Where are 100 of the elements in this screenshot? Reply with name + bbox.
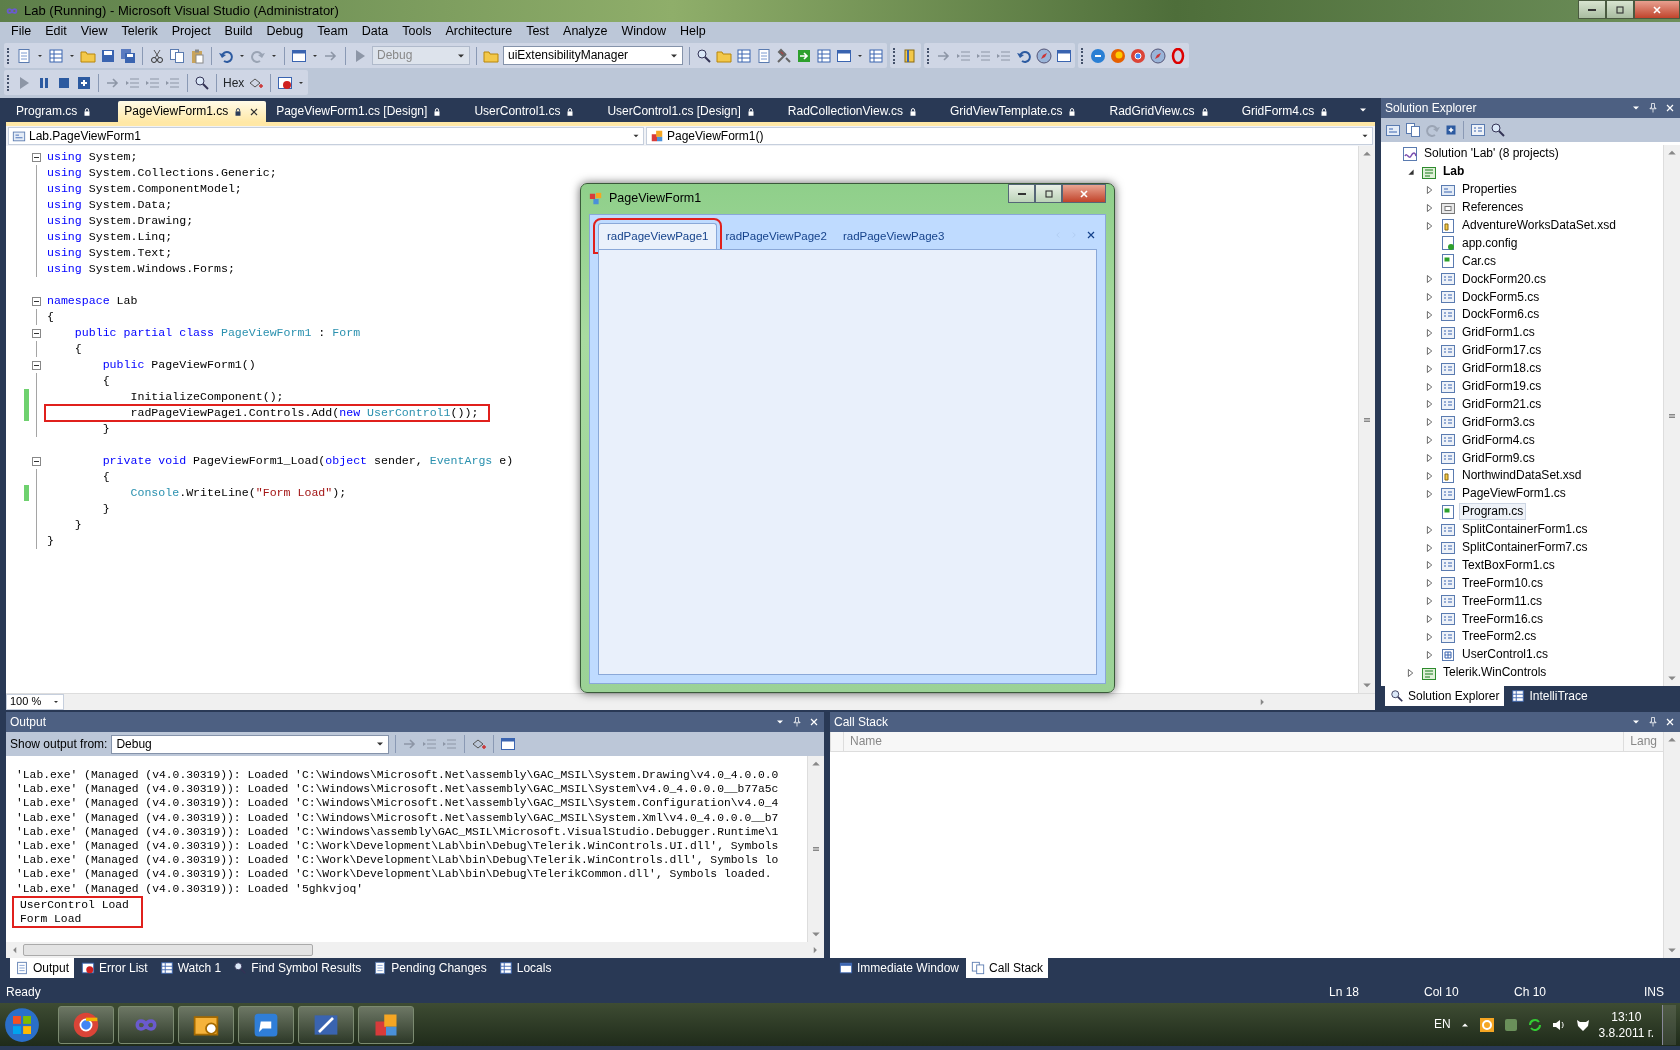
- tree-item[interactable]: GridForm3.cs: [1459, 413, 1538, 431]
- compass-icon[interactable]: [1150, 47, 1166, 64]
- tree-item[interactable]: UserControl1.cs: [1459, 646, 1552, 664]
- close-button[interactable]: [1634, 0, 1680, 19]
- pin-icon[interactable]: [791, 716, 803, 728]
- tools-icon[interactable]: [776, 47, 792, 64]
- menu-item[interactable]: Analyze: [556, 24, 615, 40]
- tree-item[interactable]: PageViewForm1.cs: [1459, 485, 1569, 503]
- taskbar-button[interactable]: [298, 1005, 354, 1044]
- panel-tab[interactable]: Call Stack: [966, 958, 1049, 978]
- tree-item[interactable]: Solution 'Lab' (8 projects): [1421, 145, 1562, 163]
- maximize-button[interactable]: [1035, 184, 1062, 203]
- document-tab[interactable]: RadCollectionView.cs: [781, 101, 940, 122]
- vertical-scrollbar[interactable]: [1663, 732, 1680, 958]
- tree-item[interactable]: Lab: [1440, 163, 1468, 181]
- tree-item[interactable]: GridForm18.cs: [1459, 360, 1545, 378]
- grid-icon[interactable]: [816, 47, 832, 64]
- menu-item[interactable]: Architecture: [438, 24, 520, 40]
- tree-item[interactable]: Properties: [1459, 181, 1520, 199]
- close-icon[interactable]: [1664, 102, 1676, 114]
- hex-button[interactable]: Hex: [223, 73, 245, 92]
- panel-tab[interactable]: Immediate Window: [834, 958, 965, 978]
- clock[interactable]: 13:10 3.8.2011 г.: [1598, 1008, 1654, 1041]
- new-project-icon[interactable]: [16, 47, 32, 64]
- menu-item[interactable]: View: [73, 24, 115, 40]
- menu-item[interactable]: Tools: [395, 24, 439, 40]
- tree-item[interactable]: GridForm21.cs: [1459, 395, 1545, 413]
- minimize-button[interactable]: [1578, 0, 1606, 19]
- browser-logo-icon[interactable]: [1110, 47, 1126, 64]
- tree-item[interactable]: GridForm19.cs: [1459, 378, 1545, 395]
- quick-watch-icon[interactable]: [194, 74, 210, 91]
- breakpoints-window-icon[interactable]: [277, 74, 294, 91]
- minimize-button[interactable]: [1008, 184, 1035, 203]
- sync-icon[interactable]: [1526, 1016, 1543, 1033]
- show-desktop-button[interactable]: [1662, 1004, 1676, 1045]
- menu-item[interactable]: Telerik: [114, 24, 165, 40]
- taskbar-button[interactable]: [178, 1005, 234, 1044]
- collapse-box-icon[interactable]: [32, 328, 41, 338]
- view-code-icon[interactable]: [1470, 122, 1486, 138]
- menu-item[interactable]: Debug: [259, 24, 311, 40]
- word-wrap-icon[interactable]: [500, 736, 517, 752]
- scissors-icon[interactable]: [149, 47, 165, 64]
- vertical-scrollbar[interactable]: [1358, 146, 1375, 693]
- tree-item[interactable]: Car.cs: [1459, 252, 1499, 270]
- panel-tab[interactable]: Locals: [493, 958, 557, 978]
- page-tab[interactable]: radPageViewPage3: [834, 223, 953, 249]
- collapse-box-icon[interactable]: [32, 456, 41, 466]
- tree-item[interactable]: AdventureWorksDataSet.xsd: [1459, 217, 1619, 234]
- close-icon[interactable]: [1085, 229, 1097, 241]
- arrow-box-icon[interactable]: [796, 47, 812, 64]
- paste-icon[interactable]: [189, 47, 205, 64]
- tree-item[interactable]: DockForm6.cs: [1459, 306, 1543, 324]
- copy-icon[interactable]: [169, 47, 185, 64]
- page-tab[interactable]: radPageViewPage2: [717, 223, 835, 249]
- tree-item[interactable]: TreeForm11.cs: [1459, 592, 1545, 610]
- scroll-thumb[interactable]: [23, 944, 313, 956]
- close-icon[interactable]: [1664, 716, 1676, 728]
- tree-item[interactable]: TextBoxForm1.cs: [1459, 556, 1558, 574]
- tree-item[interactable]: app.config: [1459, 234, 1521, 252]
- panel-tab[interactable]: Output: [10, 958, 75, 978]
- tree-item[interactable]: TreeForm2.cs: [1459, 628, 1540, 646]
- properties-icon[interactable]: [1385, 122, 1401, 138]
- close-icon[interactable]: [808, 716, 820, 728]
- show-all-files-icon[interactable]: [1405, 122, 1421, 138]
- document-tab[interactable]: UserControl1.cs [Design]: [601, 101, 778, 122]
- language-indicator[interactable]: EN: [1433, 1017, 1451, 1032]
- browser-logo-icon[interactable]: [1090, 47, 1106, 64]
- menu-item[interactable]: Test: [519, 24, 557, 40]
- collapse-box-icon[interactable]: [32, 360, 41, 370]
- tree-item[interactable]: DockForm20.cs: [1459, 270, 1550, 288]
- class-diagram-icon[interactable]: [1490, 122, 1506, 138]
- collapse-box-icon[interactable]: [32, 296, 41, 306]
- window-icon[interactable]: [1056, 47, 1072, 64]
- find-icon[interactable]: [696, 47, 712, 64]
- output-source-dropdown[interactable]: Debug: [111, 734, 390, 754]
- collapse-box-icon[interactable]: [32, 152, 41, 162]
- tree-item[interactable]: SplitContainerForm1.cs: [1459, 521, 1591, 539]
- type-dropdown[interactable]: Lab.PageViewForm1: [8, 127, 644, 145]
- window-icon[interactable]: [836, 47, 852, 64]
- document-tab[interactable]: GridForm4.cs: [1235, 101, 1352, 122]
- tree-item[interactable]: GridForm4.cs: [1459, 431, 1538, 449]
- taskbar-button[interactable]: [58, 1005, 114, 1044]
- menu-item[interactable]: Project: [164, 24, 218, 40]
- tree-item[interactable]: Telerik.WinControls: [1440, 664, 1550, 682]
- tree-item[interactable]: References: [1459, 199, 1527, 217]
- add-item-icon[interactable]: [48, 47, 64, 64]
- book-icon[interactable]: [902, 47, 918, 64]
- menu-item[interactable]: Data: [354, 24, 396, 40]
- browser-logo-icon[interactable]: [1170, 47, 1186, 64]
- menu-item[interactable]: Edit: [38, 24, 74, 40]
- tree-item[interactable]: TreeForm10.cs: [1459, 574, 1546, 592]
- taskbar-button[interactable]: [238, 1005, 294, 1044]
- pin-icon[interactable]: [1647, 716, 1659, 728]
- taskbar-button[interactable]: [358, 1005, 414, 1044]
- document-tab[interactable]: GridViewTemplate.cs: [943, 101, 1100, 122]
- member-dropdown[interactable]: PageViewForm1(): [646, 127, 1373, 145]
- panel-tab[interactable]: Solution Explorer: [1385, 686, 1505, 706]
- tree-item[interactable]: GridForm17.cs: [1459, 342, 1545, 360]
- menu-item[interactable]: Help: [673, 24, 713, 40]
- save-all-icon[interactable]: [120, 47, 136, 64]
